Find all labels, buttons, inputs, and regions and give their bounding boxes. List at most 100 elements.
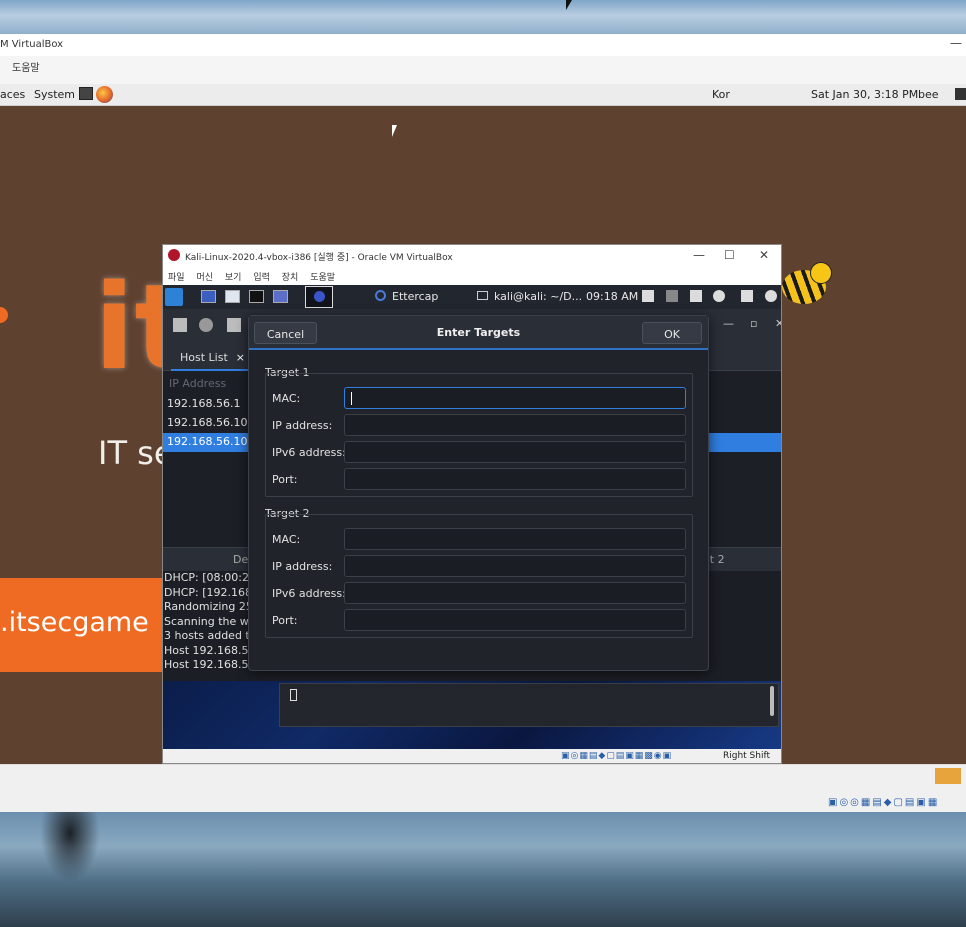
target1-ipv6-input[interactable]	[344, 441, 686, 463]
host-key-label: Right Shift	[723, 751, 771, 761]
power-icon[interactable]	[955, 88, 966, 100]
keyboard-layout-indicator[interactable]: Kor	[712, 88, 730, 101]
virtualbox-title: M VirtualBox	[0, 39, 64, 50]
close-icon[interactable]: ✕	[775, 317, 781, 330]
virtualbox-status-bar: ▣◎◎▦▤◆▢▤▣▦	[0, 764, 966, 812]
file-manager-icon[interactable]	[225, 290, 240, 303]
virtualbox-vm-icon	[168, 249, 180, 261]
target1-ipv6-label: IPv6 address:	[272, 446, 346, 459]
target1-ip-label: IP address:	[272, 419, 333, 432]
target1-port-input[interactable]	[344, 468, 686, 490]
kali-vm-title: Kali-Linux-2020.4-vbox-i386 [실행 중] - Ora…	[185, 253, 453, 263]
lock-icon[interactable]	[741, 290, 753, 302]
target2-port-input[interactable]	[344, 609, 686, 631]
log-line: DHCP: [08:00:27	[164, 571, 253, 584]
display-icon[interactable]	[642, 290, 654, 302]
target1-ip-input[interactable]	[344, 414, 686, 436]
status-indicator	[935, 768, 961, 784]
target2-ipv6-label: IPv6 address:	[272, 587, 346, 600]
mouse-cursor-icon	[566, 0, 572, 10]
taskbar-terminal[interactable]: kali@kali: ~/D...	[477, 290, 582, 303]
vm-device-icons[interactable]: ▣◎▦▤◆▢▤▣▦▩◉▣	[561, 751, 672, 761]
menu-view[interactable]: 보기	[225, 273, 242, 283]
log-line: Randomizing 255	[164, 600, 253, 613]
kali-menu-icon[interactable]	[165, 288, 183, 306]
show-desktop-icon[interactable]	[201, 290, 216, 303]
brand-banner: .itsecgame	[0, 578, 165, 672]
vm-device-icons[interactable]: ▣◎◎▦▤◆▢▤▣▦	[828, 797, 939, 808]
menu-devices[interactable]: 장치	[282, 273, 299, 283]
vm-status-bar: ▣◎▦▤◆▢▤▣▦▩◉▣ Right Shift	[163, 749, 781, 763]
enter-targets-dialog: Enter Targets Cancel OK Target 1 MAC: IP…	[248, 315, 709, 671]
taskbar-ettercap[interactable]: Ettercap	[375, 290, 438, 303]
ettercap-icon	[375, 290, 386, 301]
column-header-ip[interactable]: IP Address	[169, 377, 226, 390]
panel-user[interactable]: bee	[918, 88, 939, 101]
wallpaper-figure	[40, 812, 100, 882]
terminal-cursor	[290, 689, 297, 701]
terminal-window[interactable]	[279, 683, 779, 727]
ok-button[interactable]: OK	[642, 322, 702, 344]
logout-icon[interactable]	[765, 290, 777, 302]
target1-mac-input[interactable]	[344, 387, 686, 409]
target1-mac-label: MAC:	[272, 392, 301, 405]
close-icon[interactable]: ✕	[759, 248, 769, 262]
workspace-switcher[interactable]	[305, 286, 333, 308]
terminal-launcher-icon[interactable]	[79, 87, 93, 100]
firefox-launcher-icon[interactable]	[96, 86, 113, 103]
target2-mac-input[interactable]	[344, 528, 686, 550]
kali-vm-menu-bar: 파일 머신 보기 입력 장치 도움말	[163, 267, 781, 285]
delete-host-button[interactable]: De	[233, 553, 248, 566]
menu-places[interactable]: aces	[0, 88, 25, 101]
target2-ip-label: IP address:	[272, 560, 333, 573]
minimize-icon[interactable]: —	[723, 317, 734, 330]
dialog-header: Enter Targets Cancel OK	[249, 316, 708, 350]
text-caret	[351, 392, 352, 405]
menu-file[interactable]: 파일	[168, 273, 185, 283]
menu-system[interactable]: System	[34, 88, 75, 101]
brand-fragment	[0, 307, 8, 323]
update-icon[interactable]	[713, 290, 725, 302]
minimize-icon[interactable]: —	[693, 248, 705, 262]
maximize-icon[interactable]: ☐	[724, 248, 735, 262]
log-line: 3 hosts added to t	[164, 629, 253, 642]
virtualbox-menu-bar: 도움말	[0, 56, 966, 84]
target2-port-label: Port:	[272, 614, 298, 627]
close-tab-icon[interactable]: ×	[236, 351, 245, 364]
target2-ip-input[interactable]	[344, 555, 686, 577]
app-launcher-icon[interactable]	[273, 290, 288, 303]
target1-port-label: Port:	[272, 473, 298, 486]
virtualbox-title-bar: M VirtualBox —	[0, 34, 966, 56]
kali-clock[interactable]: 09:18 AM	[586, 290, 638, 303]
log-line: Host 192.168.56	[164, 658, 253, 671]
search-icon[interactable]	[199, 318, 213, 332]
host-list-icon[interactable]	[227, 318, 241, 332]
maximize-icon[interactable]: ▫	[750, 317, 757, 330]
mouse-cursor-icon	[392, 125, 397, 137]
desktop-wallpaper-top	[0, 0, 966, 34]
terminal-icon	[477, 291, 488, 300]
menu-help[interactable]: 도움말	[310, 273, 335, 283]
terminal-scrollbar[interactable]	[770, 686, 774, 716]
kali-vm-title-bar: Kali-Linux-2020.4-vbox-i386 [실행 중] - Ora…	[163, 245, 781, 267]
brand-banner-text: .itsecgame	[0, 607, 149, 638]
tab-host-list[interactable]: Host List ×	[171, 347, 249, 371]
log-line: Host 192.168.56	[164, 643, 253, 657]
kali-top-panel: Ettercap kali@kali: ~/D... 09:18 AM	[163, 285, 781, 309]
panel-clock[interactable]: Sat Jan 30, 3:18 PM	[811, 88, 918, 101]
cancel-button[interactable]: Cancel	[254, 322, 317, 344]
notification-bell-icon[interactable]	[690, 290, 702, 302]
minimize-icon[interactable]: —	[950, 36, 962, 50]
log-line: DHCP: [192.168.	[164, 585, 253, 599]
target2-mac-label: MAC:	[272, 533, 301, 546]
stop-icon[interactable]	[173, 318, 187, 332]
target2-ipv6-input[interactable]	[344, 582, 686, 604]
terminal-icon[interactable]	[249, 290, 264, 303]
menu-machine[interactable]: 머신	[196, 273, 213, 283]
menu-help[interactable]: 도움말	[12, 63, 40, 74]
log-line: Scanning the who	[164, 614, 253, 628]
bee-mascot-icon	[780, 256, 836, 306]
desktop-wallpaper-bottom	[0, 812, 966, 927]
volume-icon[interactable]	[666, 290, 678, 302]
menu-input[interactable]: 입력	[253, 273, 270, 283]
